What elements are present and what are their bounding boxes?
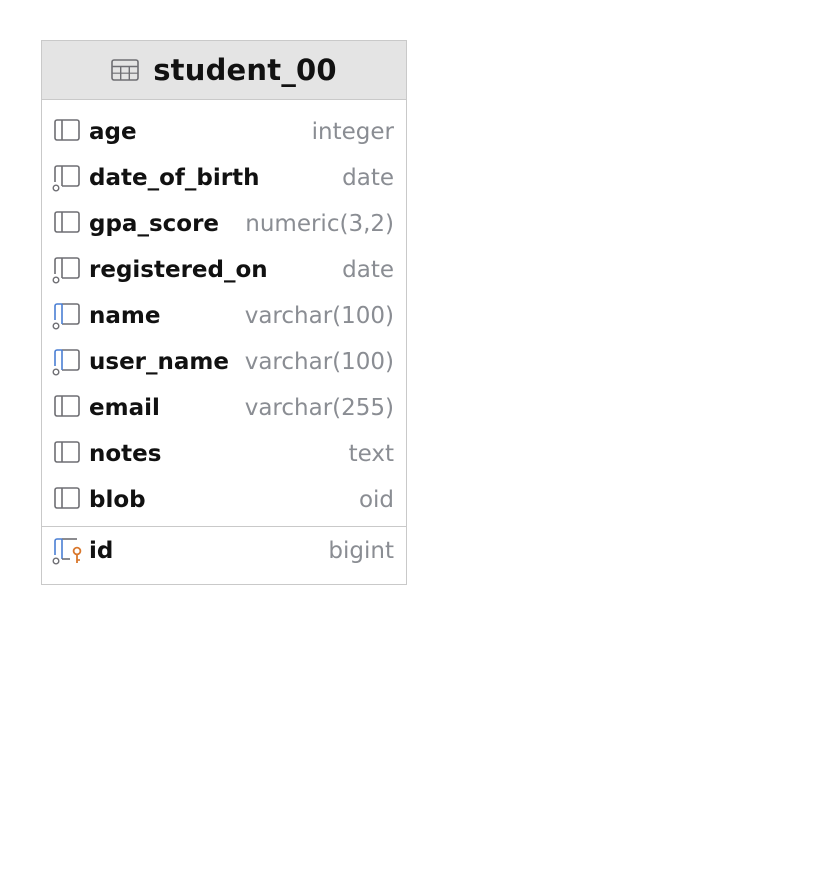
- primary-key-column-icon: [52, 537, 82, 565]
- column-name: notes: [89, 441, 162, 467]
- nullable-text-column-icon: [52, 302, 82, 330]
- nullable-text-column-icon-glyph: [52, 303, 80, 330]
- column-icon-glyph: [54, 487, 80, 509]
- column-type: varchar(100): [244, 349, 394, 375]
- nullable-text-column-icon: [52, 348, 82, 376]
- column-name: email: [89, 395, 160, 421]
- column-row-age[interactable]: age integer: [42, 109, 406, 155]
- column-icon: [52, 440, 82, 468]
- table-icon: [111, 59, 140, 81]
- column-row-date-of-birth[interactable]: date_of_birth date: [42, 155, 406, 201]
- column-name: id: [89, 538, 114, 564]
- column-type: integer: [311, 119, 394, 145]
- nullable-column-icon: [52, 256, 82, 284]
- column-icon: [52, 394, 82, 422]
- nullable-column-icon: [52, 164, 82, 192]
- column-name: name: [89, 303, 161, 329]
- primary-key-list: id bigint: [42, 527, 406, 584]
- column-row-user-name[interactable]: user_name varchar(100): [42, 339, 406, 385]
- column-name: age: [89, 119, 137, 145]
- column-type: oid: [358, 487, 394, 513]
- column-name: blob: [89, 487, 146, 513]
- column-icon: [52, 486, 82, 514]
- column-row-blob[interactable]: blob oid: [42, 477, 406, 523]
- column-row-registered-on[interactable]: registered_on date: [42, 247, 406, 293]
- column-type: numeric(3,2): [245, 211, 394, 237]
- column-type: date: [342, 165, 394, 191]
- column-type: varchar(100): [244, 303, 394, 329]
- primary-key-column-icon-glyph: [52, 538, 82, 565]
- column-name: user_name: [89, 349, 229, 375]
- entity-title: student_00: [153, 53, 337, 87]
- column-type: bigint: [328, 538, 394, 564]
- column-list: age integer date_of_birth date gpa_score…: [42, 100, 406, 524]
- column-icon: [52, 118, 82, 146]
- column-icon-glyph: [54, 441, 80, 463]
- entity-table-student[interactable]: student_00 age integer date_of_birth dat…: [41, 40, 407, 585]
- column-row-email[interactable]: email varchar(255): [42, 385, 406, 431]
- column-row-notes[interactable]: notes text: [42, 431, 406, 477]
- entity-header[interactable]: student_00: [42, 41, 406, 100]
- column-icon-glyph: [54, 211, 80, 233]
- column-type: varchar(255): [244, 395, 394, 421]
- nullable-text-column-icon-glyph: [52, 349, 80, 376]
- column-row-gpa-score[interactable]: gpa_score numeric(3,2): [42, 201, 406, 247]
- column-type: text: [348, 441, 394, 467]
- nullable-column-icon-glyph: [52, 257, 80, 284]
- column-name: registered_on: [89, 257, 268, 283]
- nullable-column-icon-glyph: [52, 165, 80, 192]
- column-row-name[interactable]: name varchar(100): [42, 293, 406, 339]
- column-name: date_of_birth: [89, 165, 260, 191]
- column-name: gpa_score: [89, 211, 220, 237]
- column-icon-glyph: [54, 395, 80, 417]
- column-row-id[interactable]: id bigint: [42, 528, 406, 574]
- column-type: date: [342, 257, 394, 283]
- column-icon: [52, 210, 82, 238]
- column-icon-glyph: [54, 119, 80, 141]
